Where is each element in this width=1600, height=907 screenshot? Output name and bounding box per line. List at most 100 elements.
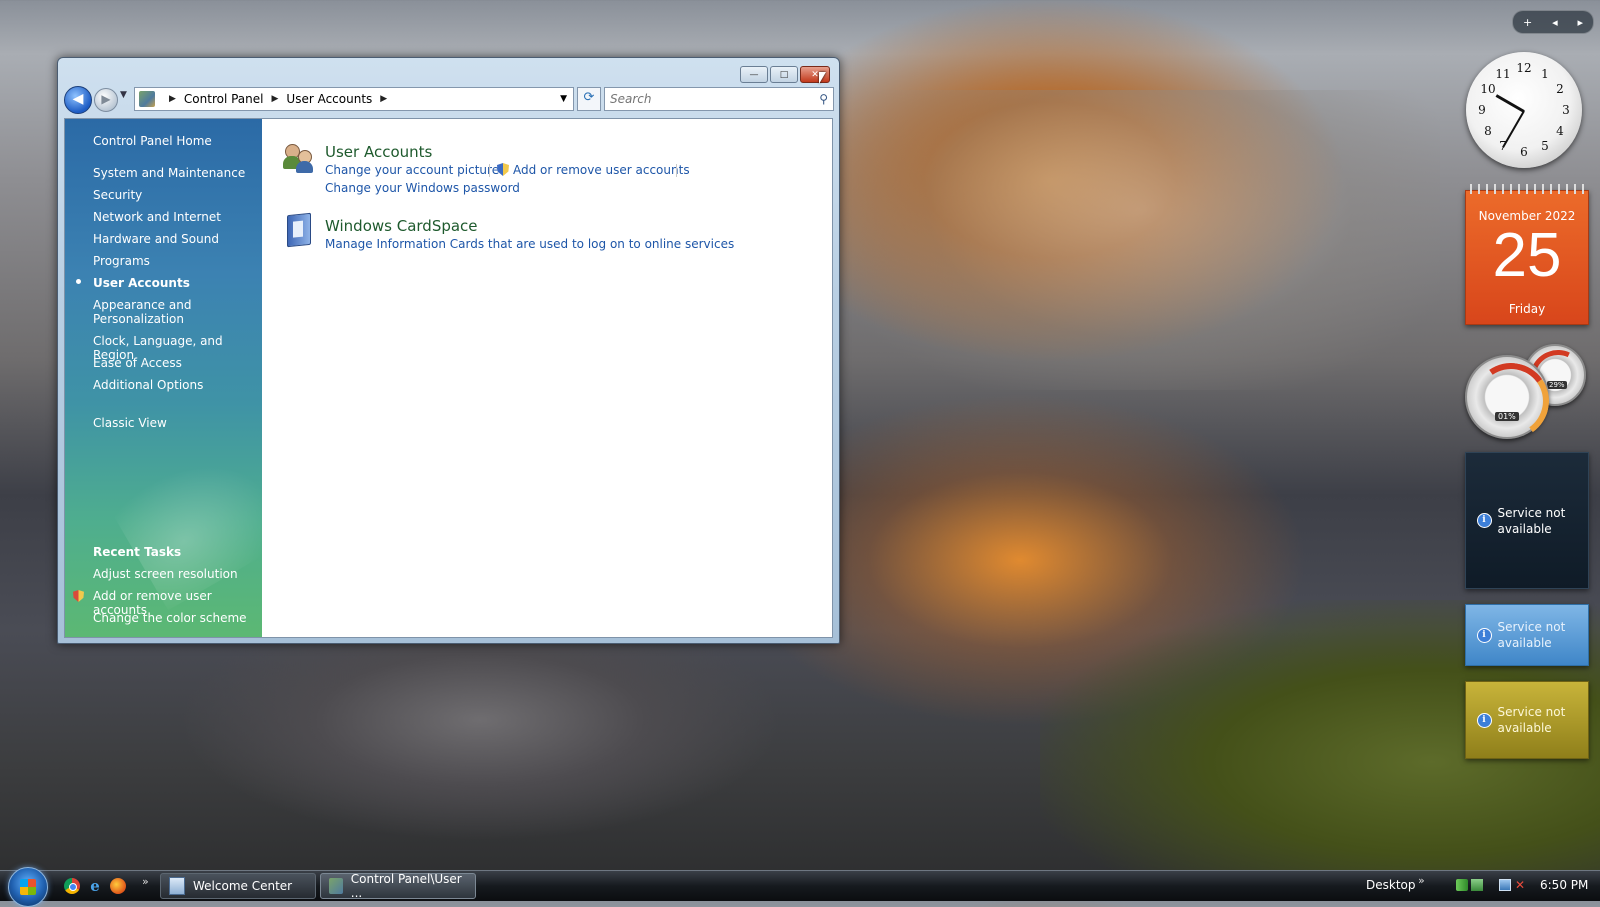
desktop-toolbar-label[interactable]: Desktop: [1366, 878, 1416, 892]
sidebar-item-additional-options[interactable]: Additional Options: [93, 378, 258, 392]
main-pane: User Accounts Change your account pictur…: [283, 119, 823, 637]
breadcrumb-user-accounts[interactable]: User Accounts: [286, 92, 372, 106]
task-change-account-picture[interactable]: Change your account picture: [325, 163, 499, 177]
info-icon: i: [1476, 627, 1492, 643]
task-separator: [676, 164, 677, 177]
cpu-meter-value: 01%: [1495, 412, 1519, 421]
window-controls: — □ ✕: [740, 66, 830, 83]
clock-number: 8: [1484, 124, 1492, 138]
taskbar-button-welcome-center[interactable]: Welcome Center: [160, 873, 316, 899]
gadget-sidebar-controls: + ◂ ▸: [1512, 10, 1594, 34]
user-accounts-title-link[interactable]: User Accounts: [325, 143, 432, 161]
quick-launch-overflow-chevron-icon[interactable]: »: [142, 875, 149, 888]
control-panel-icon: [329, 878, 343, 894]
navigation-bar: ◀ ▶ ▼ ▶ Control Panel ▶ User Accounts ▶ …: [64, 86, 834, 114]
sidebar-item-user-accounts[interactable]: User Accounts: [93, 276, 258, 290]
sidebar-item-control-panel-home[interactable]: Control Panel Home: [93, 134, 258, 148]
clock-number: 3: [1562, 103, 1570, 117]
clock-number: 5: [1541, 139, 1549, 153]
search-icon[interactable]: ⚲: [819, 92, 828, 106]
taskbar-button-label: Welcome Center: [193, 879, 293, 893]
clock-number: 1: [1541, 67, 1549, 81]
info-icon: i: [1476, 513, 1492, 528]
calendar-gadget[interactable]: November 2022 25 Friday: [1465, 184, 1589, 325]
clock-number: 9: [1478, 103, 1486, 117]
taskbar-button-control-panel[interactable]: Control Panel\User ...: [320, 872, 476, 900]
sidebar-item-system-and-maintenance[interactable]: System and Maintenance: [93, 166, 258, 180]
sidebar-item-network-and-internet[interactable]: Network and Internet: [93, 210, 258, 224]
clock-number: 10: [1480, 82, 1496, 96]
currency-gadget[interactable]: i Service not available: [1465, 681, 1589, 759]
volume-muted-icon[interactable]: ✕: [1515, 879, 1527, 891]
clock-number: 2: [1556, 82, 1564, 96]
current-page-bullet-icon: [76, 279, 81, 284]
start-button[interactable]: [8, 867, 48, 907]
clock-number: 12: [1516, 61, 1532, 75]
breadcrumb-separator-icon[interactable]: ▶: [272, 94, 279, 104]
task-separator: [489, 164, 490, 177]
network-icon[interactable]: [1499, 879, 1511, 891]
search-box[interactable]: ⚲: [604, 87, 834, 111]
sidebar-item-programs[interactable]: Programs: [93, 254, 258, 268]
internet-explorer-icon[interactable]: e: [87, 878, 103, 894]
memory-meter-value: 29%: [1547, 381, 1567, 389]
clock-number: 11: [1495, 67, 1511, 81]
previous-gadgets-button[interactable]: ◂: [1552, 16, 1558, 29]
windows-logo-icon: [20, 879, 36, 895]
next-gadgets-button[interactable]: ▸: [1578, 16, 1584, 29]
minimize-button[interactable]: —: [740, 66, 768, 83]
weather-gadget[interactable]: i Service not available: [1465, 604, 1589, 666]
control-panel-window: — □ ✕ ◀ ▶ ▼ ▶ Control Panel ▶ User Accou…: [57, 57, 840, 644]
content-area: Control Panel Home System and Maintenanc…: [64, 118, 833, 638]
calendar-rings: [1470, 184, 1584, 194]
breadcrumb-control-panel[interactable]: Control Panel: [184, 92, 264, 106]
address-bar[interactable]: ▶ Control Panel ▶ User Accounts ▶ ▼: [134, 87, 574, 111]
chrome-icon[interactable]: [64, 878, 80, 894]
desktop-toolbar-chevron-icon[interactable]: »: [1418, 874, 1425, 887]
decorative-swoosh: [103, 417, 307, 611]
windows-cardspace-icon[interactable]: [287, 212, 311, 248]
sidebar-item-appearance-and-personalization[interactable]: Appearance and Personalization: [93, 298, 203, 326]
uac-shield-icon: [73, 590, 84, 602]
recent-task-adjust-screen-resolution[interactable]: Adjust screen resolution: [93, 567, 258, 581]
task-add-or-remove-user-accounts[interactable]: Add or remove user accounts: [513, 163, 690, 177]
refresh-button[interactable]: ⟳: [577, 87, 601, 111]
service-status-text: Service not available: [1497, 705, 1566, 735]
windows-cardspace-title-link[interactable]: Windows CardSpace: [325, 217, 478, 235]
mouse-cursor-icon: [819, 72, 826, 84]
recent-task-change-the-color-scheme[interactable]: Change the color scheme: [93, 611, 258, 625]
service-status-text: Service not available: [1497, 620, 1566, 650]
calendar-weekday: Friday: [1508, 302, 1546, 316]
sidebar-item-hardware-and-sound[interactable]: Hardware and Sound: [93, 232, 258, 246]
user-accounts-icon[interactable]: [283, 142, 315, 173]
desktop-wallpaper-mountain: [840, 90, 1440, 390]
tray-app-icon[interactable]: [1471, 879, 1483, 891]
back-button[interactable]: ◀: [64, 86, 92, 114]
tray-sync-icon[interactable]: [1456, 879, 1468, 891]
firefox-icon[interactable]: [110, 878, 126, 894]
recent-pages-chevron-down-icon[interactable]: ▼: [120, 90, 127, 100]
sidebar-item-ease-of-access[interactable]: Ease of Access: [93, 356, 258, 370]
search-input[interactable]: [605, 91, 812, 107]
address-history-chevron-down-icon[interactable]: ▼: [560, 94, 567, 104]
news-gadget[interactable]: i Service not available: [1465, 452, 1589, 589]
breadcrumb-separator-icon[interactable]: ▶: [380, 94, 387, 104]
clock-gadget[interactable]: 12 1 2 3 4 5 6 7 8 9 10 11: [1466, 52, 1582, 168]
sidebar-item-security[interactable]: Security: [93, 188, 258, 202]
clock-number: 4: [1556, 124, 1564, 138]
task-pane: Control Panel Home System and Maintenanc…: [65, 119, 307, 637]
cpu-meter-gadget[interactable]: 01%: [1465, 355, 1556, 446]
calendar-day: 25: [1492, 221, 1562, 290]
info-icon: i: [1476, 712, 1492, 728]
breadcrumb-separator-icon[interactable]: ▶: [169, 94, 176, 104]
sidebar-item-classic-view[interactable]: Classic View: [93, 416, 258, 430]
add-gadget-button[interactable]: +: [1523, 16, 1532, 29]
system-clock[interactable]: 6:50 PM: [1540, 878, 1588, 892]
task-manage-information-cards[interactable]: Manage Information Cards that are used t…: [325, 237, 734, 251]
task-change-windows-password[interactable]: Change your Windows password: [325, 181, 520, 195]
control-panel-icon: [139, 91, 155, 107]
clock-minute-hand: [1502, 110, 1525, 148]
forward-button[interactable]: ▶: [94, 88, 118, 112]
maximize-button[interactable]: □: [770, 66, 798, 83]
clock-number: 6: [1520, 145, 1528, 159]
